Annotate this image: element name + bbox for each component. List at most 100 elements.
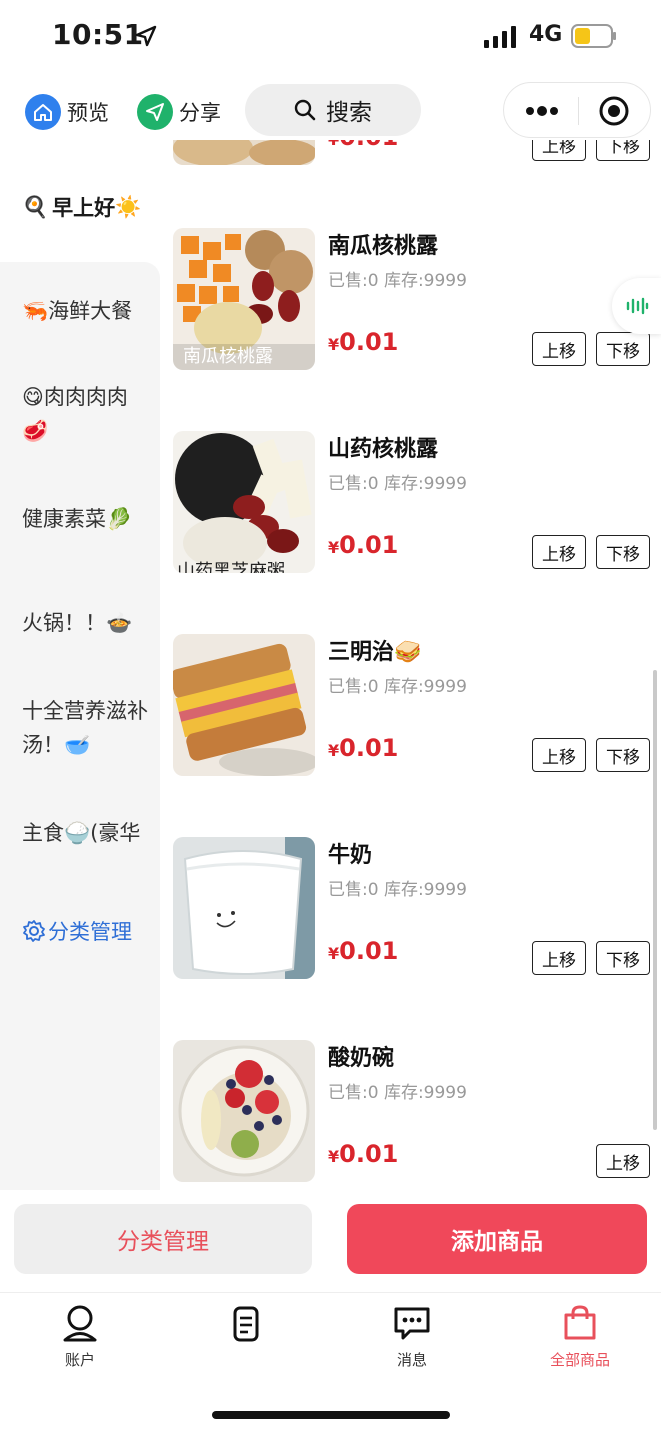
- category-label: 主食🍚(豪华: [22, 821, 141, 845]
- tab-all-products[interactable]: 全部商品: [530, 1303, 630, 1370]
- move-down-button[interactable]: 下移: [596, 738, 650, 772]
- category-item-meat[interactable]: 😋肉肉肉肉🥩: [22, 380, 150, 448]
- sun-icon: ☀️: [115, 194, 142, 219]
- search-icon: [294, 99, 316, 121]
- category-manage-link[interactable]: 分类管理: [22, 916, 132, 946]
- search-label: 搜索: [326, 100, 372, 126]
- mini-program-capsule: [503, 82, 651, 138]
- paper-plane-icon: [137, 94, 173, 130]
- more-dots-icon[interactable]: [522, 97, 562, 125]
- chat-bubble-icon: [394, 1307, 430, 1340]
- move-up-button[interactable]: 上移: [532, 941, 586, 975]
- category-item-staple[interactable]: 主食🍚(豪华: [22, 816, 150, 850]
- share-label: 分享: [179, 101, 221, 125]
- tab-messages[interactable]: 消息: [362, 1303, 462, 1370]
- move-down-button[interactable]: 下移: [596, 140, 650, 161]
- scrollbar[interactable]: [653, 670, 657, 1130]
- app-screen: 10:51 4G 预览 分享 搜索 🍳 早上好 ☀️ 🦐海鲜大餐 😋肉肉肉肉🥩 …: [0, 0, 661, 1449]
- greeting: 🍳 早上好 ☀️: [22, 192, 141, 222]
- product-stats: 已售:0 库存:9999: [328, 880, 467, 900]
- product-stats: 已售:0 库存:9999: [328, 677, 467, 697]
- network-type: 4G: [529, 22, 563, 47]
- category-item-hotpot[interactable]: 火锅！！🍲: [22, 606, 150, 640]
- category-sidebar: 🦐海鲜大餐 😋肉肉肉肉🥩 健康素菜🥬 火锅！！🍲 十全营养滋补汤！🥣 主食🍚(豪…: [0, 262, 160, 1192]
- product-price: ¥0.01: [328, 140, 398, 151]
- preview-label: 预览: [67, 101, 109, 125]
- thumbnail-caption: 南瓜核桃露: [183, 346, 273, 367]
- close-target-icon[interactable]: [598, 95, 630, 127]
- product-thumbnail[interactable]: [173, 1040, 315, 1182]
- tab-all-products-label: 全部商品: [549, 1351, 610, 1369]
- product-price: ¥0.01: [328, 937, 399, 965]
- product-name: 牛奶: [328, 843, 373, 868]
- product-card: ¥0.01 上移 下移: [160, 140, 661, 173]
- product-list: ¥0.01 上移 下移 南瓜核桃露 南瓜核桃露 已售:0 库存:9999 ¥0.…: [160, 140, 661, 1190]
- thumbnail-caption: 山药黑芝麻粥: [177, 561, 285, 573]
- category-label: 火锅！！🍲: [22, 611, 133, 635]
- move-up-button[interactable]: 上移: [532, 140, 586, 161]
- status-time: 10:51: [52, 18, 144, 51]
- category-manage-label: 分类管理: [48, 920, 132, 944]
- preview-button[interactable]: 预览: [25, 92, 109, 132]
- battery-icon: [571, 24, 616, 48]
- category-emoji: 🦐: [22, 299, 49, 323]
- mini-program-header: 预览 分享 搜索: [0, 78, 661, 144]
- user-icon: [63, 1305, 97, 1342]
- product-thumbnail[interactable]: [173, 837, 315, 979]
- product-price: ¥0.01: [328, 1140, 399, 1168]
- product-price: ¥0.01: [328, 734, 399, 762]
- category-manage-button[interactable]: 分类管理: [14, 1204, 312, 1274]
- share-button[interactable]: 分享: [137, 92, 221, 132]
- capsule-divider: [578, 97, 579, 125]
- category-item-vegetables[interactable]: 健康素菜🥬: [22, 502, 150, 536]
- product-card: 酸奶碗 已售:0 库存:9999 ¥0.01 上移: [160, 1040, 661, 1190]
- product-thumbnail[interactable]: [173, 634, 315, 776]
- move-up-button[interactable]: 上移: [532, 738, 586, 772]
- home-indicator: [212, 1411, 450, 1419]
- search-button[interactable]: 搜索: [245, 84, 421, 136]
- product-stats: 已售:0 库存:9999: [328, 271, 467, 291]
- category-item-seafood[interactable]: 🦐海鲜大餐: [22, 294, 150, 328]
- tab-bar: 账户 消息 全部商品: [0, 1292, 661, 1449]
- product-stats: 已售:0 库存:9999: [328, 474, 467, 494]
- category-item-soup[interactable]: 十全营养滋补汤！🥣: [22, 694, 150, 762]
- category-label: 十全营养滋补汤！🥣: [22, 699, 148, 757]
- frying-pan-icon: 🍳: [22, 194, 49, 219]
- product-card: 山药黑芝麻粥 山药核桃露 已售:0 库存:9999 ¥0.01 上移 下移: [160, 431, 661, 581]
- gear-icon: [23, 920, 45, 942]
- home-icon: [25, 94, 61, 130]
- product-name: 山药核桃露: [328, 437, 439, 462]
- signal-icon: [484, 26, 516, 48]
- product-name: 酸奶碗: [328, 1046, 395, 1071]
- status-bar: 10:51 4G: [0, 0, 661, 70]
- product-thumbnail[interactable]: 南瓜核桃露: [173, 228, 315, 370]
- clipboard-icon: [233, 1306, 259, 1342]
- move-up-button[interactable]: 上移: [532, 332, 586, 366]
- bottom-action-bar: 分类管理 添加商品: [0, 1190, 661, 1290]
- product-thumbnail[interactable]: [173, 140, 315, 165]
- category-label: 海鲜大餐: [48, 299, 133, 323]
- move-down-button[interactable]: 下移: [596, 332, 650, 366]
- tab-orders[interactable]: [196, 1303, 296, 1349]
- location-arrow-icon: [135, 25, 157, 47]
- product-card: 南瓜核桃露 南瓜核桃露 已售:0 库存:9999 ¥0.01 上移 下移: [160, 228, 661, 378]
- voice-float-button[interactable]: [612, 278, 661, 334]
- greeting-text: 早上好: [52, 196, 116, 220]
- product-thumbnail[interactable]: 山药黑芝麻粥: [173, 431, 315, 573]
- shopping-bag-icon: [564, 1305, 596, 1340]
- product-card: 牛奶 已售:0 库存:9999 ¥0.01 上移 下移: [160, 837, 661, 987]
- move-down-button[interactable]: 下移: [596, 941, 650, 975]
- tab-account[interactable]: 账户: [30, 1303, 130, 1370]
- product-stats: 已售:0 库存:9999: [328, 1083, 467, 1103]
- tab-messages-label: 消息: [396, 1351, 427, 1369]
- product-card: 三明治🥪 已售:0 库存:9999 ¥0.01 上移 下移: [160, 634, 661, 784]
- add-product-button[interactable]: 添加商品: [347, 1204, 647, 1274]
- move-up-button[interactable]: 上移: [532, 535, 586, 569]
- tab-account-label: 账户: [64, 1351, 95, 1369]
- move-up-button[interactable]: 上移: [596, 1144, 650, 1178]
- product-price: ¥0.01: [328, 328, 399, 356]
- move-down-button[interactable]: 下移: [596, 535, 650, 569]
- sound-wave-icon: [626, 297, 648, 315]
- product-name: 三明治🥪: [328, 640, 422, 665]
- category-label: 健康素菜🥬: [22, 507, 133, 531]
